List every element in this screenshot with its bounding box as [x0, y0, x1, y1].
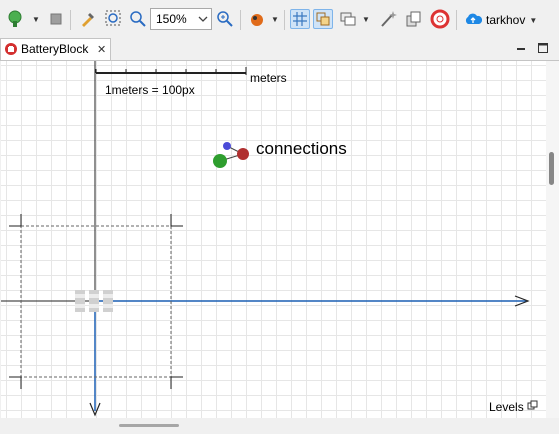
user-name: tarkhov — [486, 13, 526, 27]
run-dropdown-icon[interactable]: ▼ — [32, 15, 40, 24]
help-icon[interactable] — [430, 9, 450, 29]
vertical-scroll-thumb[interactable] — [549, 152, 554, 185]
chevron-down-icon — [198, 13, 208, 28]
shapes-dropdown-icon[interactable]: ▼ — [362, 15, 370, 24]
scale-unit-label: meters — [250, 71, 287, 85]
maximize-icon[interactable] — [537, 42, 549, 54]
vertical-scrollbar[interactable] — [546, 61, 559, 418]
run-icon[interactable] — [6, 9, 26, 29]
zoom-value: 150% — [156, 12, 187, 26]
zoom-fit-icon[interactable] — [104, 9, 124, 29]
levels-label: Levels — [489, 400, 524, 414]
levels-icon — [527, 400, 538, 414]
editor-tabbar: BatteryBlock ✕ — [0, 38, 559, 61]
minimize-icon[interactable] — [515, 42, 527, 54]
editor-canvas[interactable]: meters 1meters = 100px connections — [1, 61, 546, 418]
horizontal-scroll-thumb[interactable] — [119, 424, 179, 427]
main-toolbar: ▼ 150% ▼ ▼ tarkhov ▼ — [0, 0, 559, 38]
build-icon[interactable] — [78, 9, 98, 29]
toolbar-divider — [70, 10, 71, 30]
cloud-icon — [464, 12, 483, 29]
zoom-in-icon[interactable] — [215, 9, 235, 29]
chevron-down-icon: ▼ — [529, 15, 538, 25]
stop-icon[interactable] — [46, 9, 66, 29]
scale-note: 1meters = 100px — [105, 83, 195, 97]
color-dropdown-icon[interactable]: ▼ — [271, 15, 279, 24]
toolbar-divider — [456, 10, 457, 30]
grid-icon[interactable] — [290, 9, 310, 29]
toolbar-divider — [240, 10, 241, 30]
agent-icon — [4, 42, 18, 56]
levels-button[interactable]: Levels — [489, 400, 538, 414]
tab-batteryblock[interactable]: BatteryBlock ✕ — [0, 38, 111, 60]
layers-icon[interactable] — [404, 9, 424, 29]
canvas-graphics — [1, 61, 530, 417]
snap-icon[interactable] — [313, 9, 333, 29]
wand-icon[interactable] — [378, 9, 398, 29]
connections-label[interactable]: connections — [256, 139, 347, 159]
horizontal-scrollbar[interactable] — [1, 418, 559, 434]
tab-label: BatteryBlock — [21, 42, 89, 56]
zoom-region-icon[interactable] — [128, 9, 148, 29]
user-account[interactable]: tarkhov ▼ — [464, 11, 537, 29]
connections-icon — [213, 142, 249, 168]
shapes-icon[interactable] — [338, 9, 358, 29]
close-icon[interactable]: ✕ — [97, 43, 106, 56]
color-icon[interactable] — [247, 9, 267, 29]
toolbar-divider — [284, 10, 285, 30]
zoom-select[interactable]: 150% — [150, 8, 212, 30]
